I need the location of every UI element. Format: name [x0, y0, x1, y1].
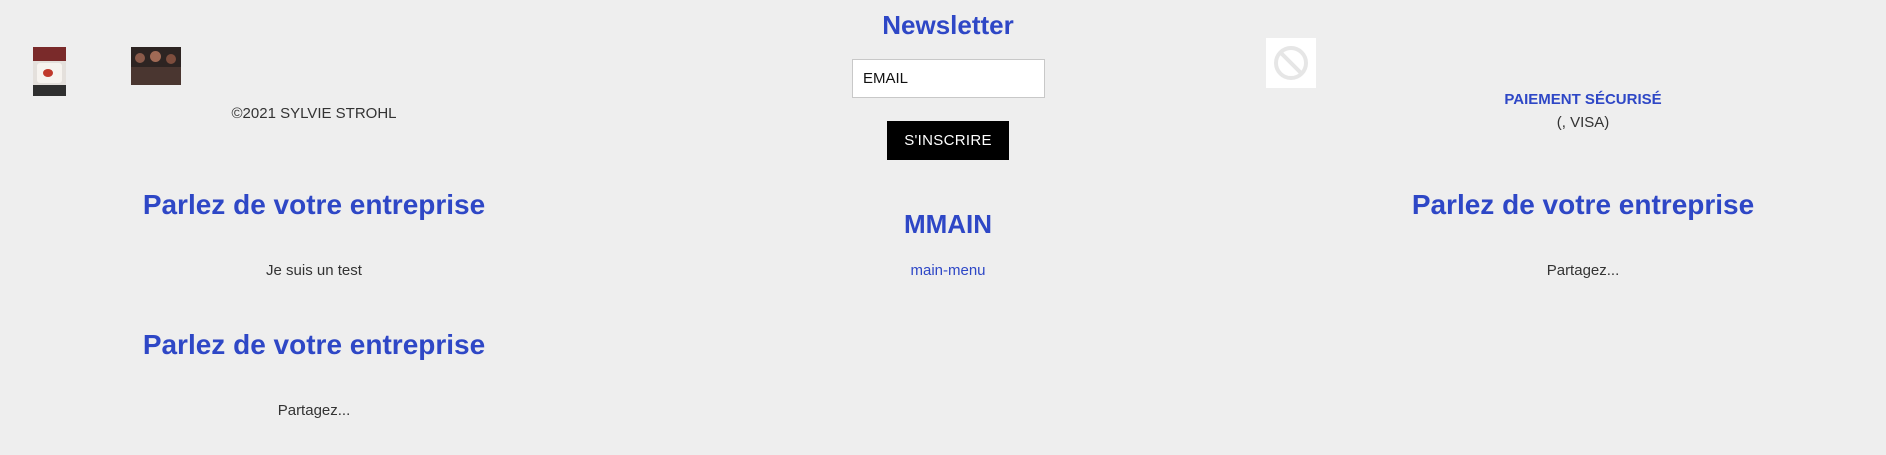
menu-title: MMAIN	[903, 209, 993, 239]
group-photo-thumbnail-image[interactable]	[131, 47, 181, 85]
product-thumbnail-image[interactable]	[33, 47, 66, 96]
business-heading-1: Parlez de votre entreprise	[142, 189, 486, 220]
business-heading-2: Parlez de votre entreprise	[142, 329, 486, 360]
business-text-1: Je suis un test	[266, 262, 362, 279]
newsletter-title: Newsletter	[882, 10, 1014, 40]
email-input[interactable]	[852, 59, 1045, 98]
main-menu-link[interactable]: main-menu	[848, 262, 1048, 279]
blocked-image-icon	[1266, 38, 1316, 88]
subscribe-button[interactable]: S'INSCRIRE	[887, 121, 1009, 160]
business-text-3: Partagez...	[1546, 262, 1620, 279]
business-text-2: Partagez...	[277, 402, 351, 419]
payment-methods-text: (, VISA)	[1556, 114, 1610, 131]
secure-payment-title: PAIEMENT SÉCURISÉ	[1504, 91, 1662, 108]
copyright-text: ©2021 SYLVIE STROHL	[231, 105, 397, 122]
business-heading-3: Parlez de votre entreprise	[1411, 189, 1755, 220]
footer-section: ©2021 SYLVIE STROHL Parlez de votre entr…	[0, 0, 1886, 455]
